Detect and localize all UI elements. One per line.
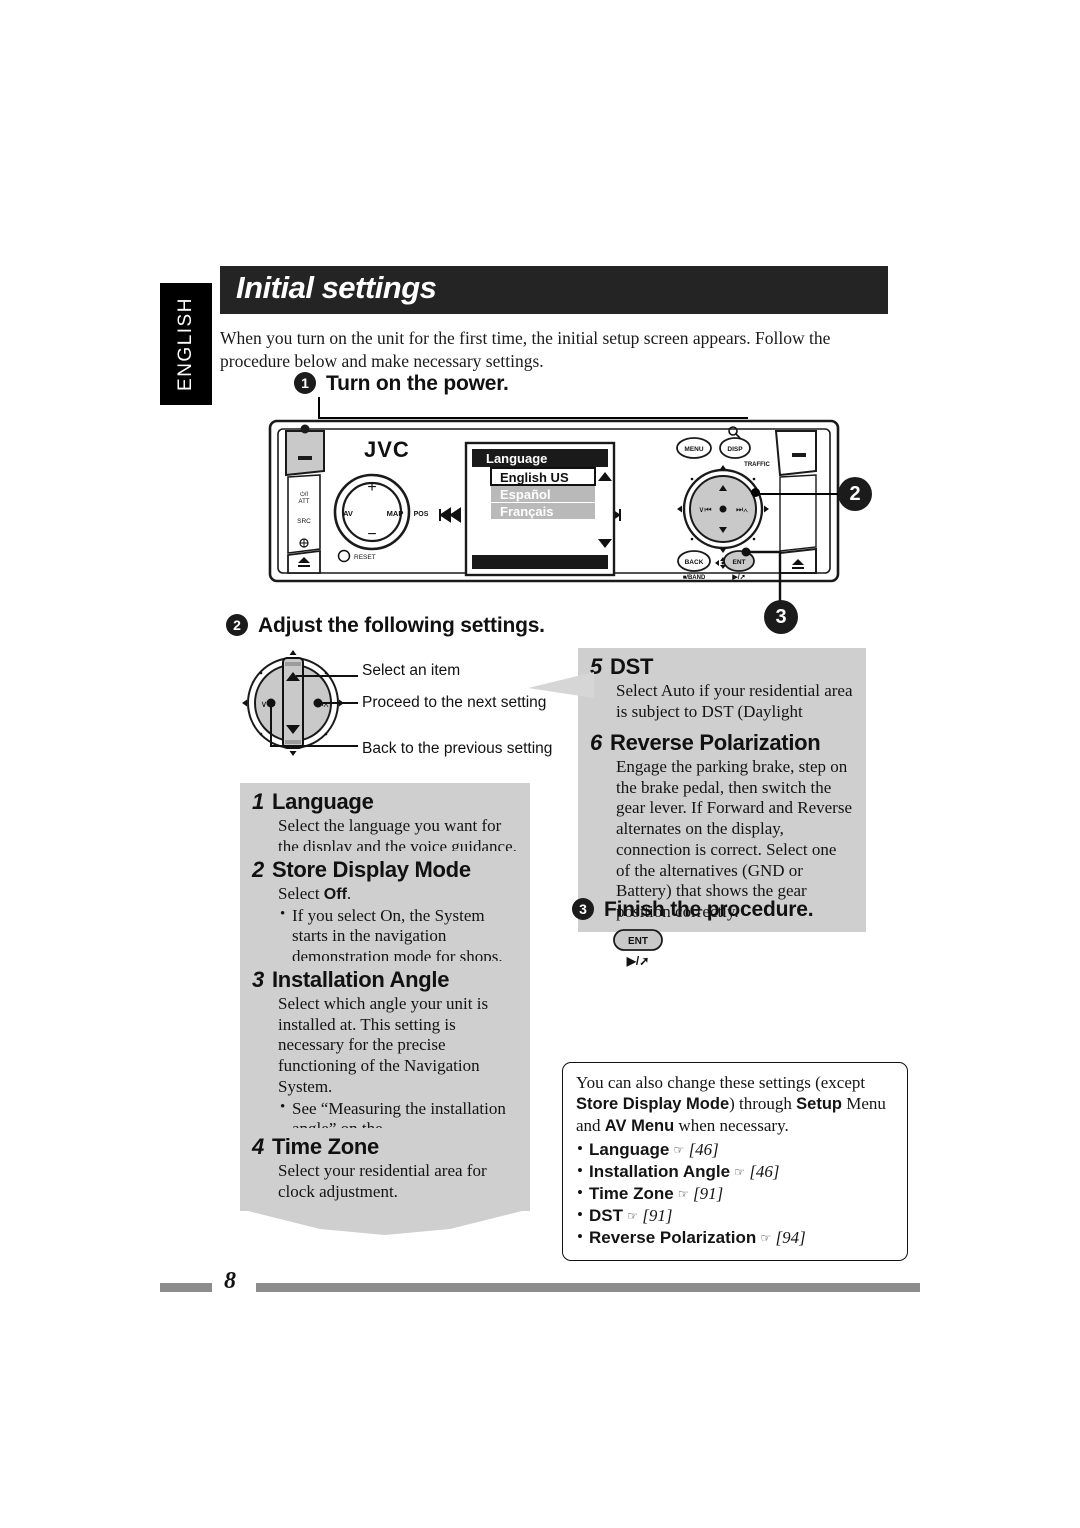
svg-text:MAP: MAP (387, 509, 404, 518)
svg-text:JVC: JVC (364, 437, 410, 462)
step-1-heading: 1 Turn on the power. (294, 372, 509, 396)
svg-text:⏻/I: ⏻/I (300, 491, 308, 498)
setting-3-number: 3 (252, 967, 265, 992)
note-list-item: Time Zone ☞ [91] (576, 1182, 894, 1205)
setting-3-title: Installation Angle (272, 967, 450, 992)
svg-text:TRAFFIC: TRAFFIC (744, 462, 770, 468)
note-intro-part-1: You can also change these settings (exce… (576, 1073, 866, 1092)
step-2-number: 2 (226, 614, 248, 636)
knob-label-previous-setting: Back to the previous setting (362, 740, 553, 757)
svg-text:RESET: RESET (354, 554, 376, 561)
svg-text:DISP: DISP (727, 446, 743, 453)
step-3-heading: 3 Finish the procedure. (572, 898, 814, 922)
setting-2-number: 2 (252, 857, 265, 882)
note-item-page: [94] (775, 1227, 806, 1247)
svg-text:SRC: SRC (297, 518, 311, 525)
footer-rule (256, 1283, 920, 1292)
cross-column-connector (528, 672, 594, 698)
svg-text:∨⏮: ∨⏮ (698, 505, 711, 514)
note-item-page: [91] (692, 1183, 724, 1203)
note-box: You can also change these settings (exce… (562, 1062, 908, 1261)
setting-6-title: Reverse Polarization (610, 730, 821, 755)
knob-label-select-item: Select an item (362, 662, 461, 679)
note-item-label: Time Zone (589, 1183, 674, 1203)
note-list-item: Installation Angle ☞ [46] (576, 1160, 894, 1183)
note-intro-part-4: when necessary. (674, 1115, 789, 1135)
callout-2-leader (756, 493, 840, 495)
step-2-heading: 2 Adjust the following settings. (226, 614, 545, 638)
page-title: Initial settings (236, 270, 437, 305)
note-list-item: Reverse Polarization ☞ [94] (576, 1226, 894, 1249)
setting-1-title: Language (272, 789, 374, 814)
setting-2-text-bold: Off (323, 886, 347, 903)
note-item-page: [46] (688, 1139, 719, 1159)
note-bold-setup: Setup (796, 1095, 843, 1114)
note-item-label: Installation Angle (589, 1161, 731, 1181)
svg-text:+: + (367, 479, 376, 496)
note-bold-store-display-mode: Store Display Mode (576, 1095, 730, 1114)
callout-2: 2 (838, 477, 872, 511)
step-1-label: Turn on the power. (326, 372, 509, 395)
language-side-tab-label: ENGLISH (175, 297, 197, 391)
svg-text:ENT: ENT (628, 936, 648, 947)
note-item-page: [46] (749, 1161, 780, 1181)
setting-2-text-suffix: . (346, 884, 352, 903)
setting-6-number: 6 (590, 730, 603, 755)
svg-text:Español: Español (500, 487, 551, 502)
setting-4-text: Select your residential area for clock a… (278, 1161, 487, 1201)
note-item-label: Language (589, 1139, 670, 1159)
note-reference-list: Language ☞ [46] Installation Angle ☞ [46… (576, 1137, 894, 1249)
note-bold-av-menu: AV Menu (604, 1116, 675, 1135)
note-intro: You can also change these settings (exce… (576, 1072, 894, 1137)
setting-4-title: Time Zone (272, 1134, 379, 1159)
page-number: 8 (224, 1268, 236, 1294)
setting-5-title: DST (610, 654, 654, 679)
svg-text:BACK: BACK (685, 559, 704, 566)
svg-text:ATT: ATT (299, 499, 310, 505)
setting-block-time-zone: 4 Time Zone Select your residential area … (240, 1128, 530, 1236)
pointing-hand-icon: ☞ (627, 1208, 639, 1223)
manual-page: ENGLISH Initial settings When you turn o… (0, 0, 1080, 1528)
svg-text:−: − (367, 526, 376, 543)
callout-3: 3 (764, 600, 798, 634)
svg-text:AV: AV (343, 509, 353, 518)
svg-text:POS: POS (414, 511, 429, 518)
pointing-hand-icon: ☞ (677, 1186, 689, 1201)
setting-1-number: 1 (252, 789, 265, 814)
svg-text:▶/➚: ▶/➚ (626, 954, 650, 968)
setting-3-text: Select which angle your unit is installe… (278, 994, 489, 1096)
svg-text:⏭∧: ⏭∧ (736, 505, 748, 514)
step-3-label: Finish the procedure. (604, 898, 814, 921)
setting-2-text: Select Off. (278, 884, 518, 905)
note-list-item: DST ☞ [91] (576, 1204, 894, 1227)
note-intro-part-2: ) through (729, 1094, 797, 1114)
svg-text:English US: English US (500, 470, 569, 485)
ent-key-illustration: ENT ▶/➚ (612, 928, 668, 972)
svg-text:MENU: MENU (684, 446, 703, 453)
pointing-hand-icon: ☞ (760, 1230, 772, 1245)
footer-dash (160, 1283, 212, 1292)
language-side-tab: ENGLISH (160, 283, 212, 405)
note-item-page: [91] (642, 1205, 673, 1225)
note-list-item: Language ☞ [46] (576, 1137, 894, 1161)
pointing-hand-icon: ☞ (734, 1164, 746, 1179)
chevron-arrow-icon (240, 1209, 530, 1236)
step-3-number: 3 (572, 898, 594, 920)
intro-paragraph: When you turn on the unit for the first … (220, 328, 831, 372)
step-2-label: Adjust the following settings. (258, 614, 545, 637)
svg-text:Français: Français (500, 504, 553, 519)
step-1-number: 1 (294, 372, 316, 394)
note-item-label: Reverse Polarization (589, 1227, 757, 1247)
setting-4-number: 4 (252, 1134, 265, 1159)
page-title-bar: Initial settings (220, 266, 888, 314)
note-item-label: DST (589, 1205, 623, 1225)
setting-2-title: Store Display Mode (272, 857, 471, 882)
svg-text:■/BAND: ■/BAND (683, 575, 706, 581)
svg-text:Language: Language (486, 451, 547, 466)
pointing-hand-icon: ☞ (673, 1142, 685, 1157)
setting-2-text-prefix: Select (278, 884, 324, 903)
